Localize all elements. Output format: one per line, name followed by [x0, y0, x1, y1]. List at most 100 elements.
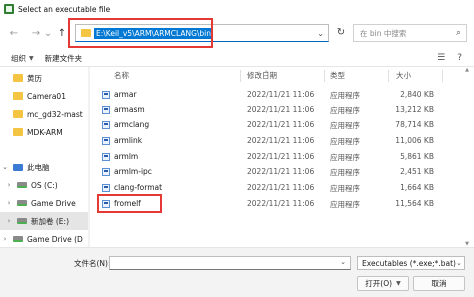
- file-row[interactable]: armlm-ipc 2022/11/21 11:06 应用程序 2,451 KB: [92, 164, 442, 180]
- chevron-down-icon[interactable]: ▼: [396, 280, 401, 287]
- drive-icon: [17, 218, 27, 224]
- sidebar-scrollbar[interactable]: [88, 67, 90, 247]
- file-date: 2022/11/21 11:06: [247, 105, 315, 114]
- file-row[interactable]: armasm 2022/11/21 11:06 应用程序 13,212 KB: [92, 102, 442, 118]
- file-name: armasm: [114, 105, 145, 114]
- drive-icon: [17, 200, 27, 206]
- sidebar-item-folder[interactable]: MDK-ARM: [0, 123, 90, 141]
- sidebar-item-game-drive-d[interactable]: › Game Drive (D: [0, 230, 90, 248]
- filename-input[interactable]: ⌄: [109, 256, 351, 270]
- folder-icon: [13, 110, 23, 118]
- column-header-size[interactable]: 大小: [396, 70, 411, 81]
- column-header-type[interactable]: 类型: [330, 70, 345, 81]
- file-type: 应用程序: [330, 184, 360, 193]
- file-size: 11,564 KB: [395, 199, 434, 208]
- file-date: 2022/11/21 11:06: [247, 183, 315, 192]
- computer-icon: [13, 163, 23, 171]
- file-row[interactable]: armclang 2022/11/21 11:06 应用程序 78,714 KB: [92, 117, 442, 133]
- navigation-pane: 黄历 Camera01 mc_gd32-mast MDK-ARM ⌄ 此电脑 ›…: [0, 67, 90, 247]
- file-date: 2022/11/21 11:06: [247, 120, 315, 129]
- file-name: armar: [114, 90, 137, 99]
- dialog-footer: 文件名(N): ⌄ Executables (*.exe;*.bat) ⌄ 打开…: [0, 247, 474, 297]
- forward-arrow-icon[interactable]: →: [28, 25, 44, 41]
- file-type: 应用程序: [330, 121, 360, 130]
- file-highlight-box: [97, 194, 162, 213]
- help-icon[interactable]: ?: [457, 53, 462, 63]
- filename-label: 文件名(N):: [74, 259, 111, 268]
- file-size: 78,714 KB: [395, 120, 434, 129]
- executable-icon: [102, 168, 110, 176]
- sidebar-item-folder[interactable]: 黄历: [0, 69, 90, 87]
- file-type: 应用程序: [330, 153, 360, 162]
- chevron-right-icon[interactable]: ›: [4, 181, 14, 189]
- window-title: Select an executable file: [18, 4, 111, 14]
- open-button[interactable]: 打开(O) ▼: [357, 276, 409, 291]
- file-list-scrollbar[interactable]: ▲ ▼: [464, 67, 470, 247]
- filetype-value: Executables (*.exe;*.bat): [362, 258, 456, 268]
- file-type: 应用程序: [330, 91, 360, 100]
- address-highlight-box: [68, 18, 213, 48]
- file-name: armlm-ipc: [114, 167, 152, 176]
- chevron-down-icon: ⌄: [455, 259, 462, 267]
- file-size: 2,451 KB: [400, 167, 434, 176]
- file-type: 应用程序: [330, 168, 360, 177]
- open-button-label: 打开(O): [365, 279, 393, 288]
- chevron-down-icon[interactable]: ⌄: [317, 29, 324, 38]
- cancel-button[interactable]: 取消: [413, 276, 465, 291]
- file-name: armlink: [114, 136, 143, 145]
- folder-icon: [13, 128, 23, 136]
- executable-icon: [102, 153, 110, 161]
- chevron-down-icon[interactable]: ⌄: [340, 258, 346, 266]
- column-header-row: ⌃ 名称 修改日期 类型 大小: [92, 67, 474, 83]
- sidebar-item-folder[interactable]: mc_gd32-mast: [0, 105, 90, 123]
- sidebar-item-drive-c[interactable]: › OS (C:): [0, 176, 90, 194]
- file-size: 1,664 KB: [400, 183, 434, 192]
- sidebar-item-game-drive[interactable]: › Game Drive: [0, 194, 90, 212]
- search-icon: ⌕: [455, 28, 461, 38]
- drive-icon: [13, 236, 23, 242]
- file-date: 2022/11/21 11:06: [247, 199, 315, 208]
- command-toolbar: 组织 ▼ 新建文件夹 ☰ ?: [0, 50, 474, 66]
- file-size: 2,840 KB: [400, 90, 434, 99]
- file-row[interactable]: armar 2022/11/21 11:06 应用程序 2,840 KB: [92, 87, 442, 103]
- chevron-down-icon[interactable]: ⌄: [0, 163, 10, 171]
- file-size: 11,006 KB: [395, 136, 434, 145]
- filetype-select[interactable]: Executables (*.exe;*.bat) ⌄: [357, 256, 465, 270]
- sidebar-item-this-pc[interactable]: ⌄ 此电脑: [0, 158, 90, 176]
- search-placeholder: 在 bin 中搜索: [360, 28, 407, 38]
- title-bar: Select an executable file: [0, 0, 474, 18]
- file-row[interactable]: armlm 2022/11/21 11:06 应用程序 5,861 KB: [92, 149, 442, 165]
- new-folder-button[interactable]: 新建文件夹: [42, 53, 86, 64]
- file-date: 2022/11/21 11:06: [247, 136, 315, 145]
- executable-icon: [102, 184, 110, 192]
- back-arrow-icon[interactable]: ←: [6, 25, 22, 41]
- search-input[interactable]: 在 bin 中搜索 ⌕: [353, 24, 467, 42]
- scroll-up-icon[interactable]: ▲: [464, 67, 470, 73]
- chevron-right-icon[interactable]: ›: [4, 199, 14, 207]
- recent-locations-chevron-icon[interactable]: ⌄: [44, 25, 52, 41]
- executable-icon: [102, 106, 110, 114]
- chevron-right-icon[interactable]: ›: [0, 235, 10, 243]
- sidebar-item-drive-e[interactable]: › 新加卷 (E:): [0, 212, 90, 230]
- column-header-date[interactable]: 修改日期: [247, 70, 277, 81]
- chevron-right-icon[interactable]: ›: [4, 217, 14, 225]
- executable-icon: [102, 137, 110, 145]
- file-type: 应用程序: [330, 106, 360, 115]
- file-date: 2022/11/21 11:06: [247, 167, 315, 176]
- file-date: 2022/11/21 11:06: [247, 90, 315, 99]
- file-name: clang-format: [114, 183, 163, 192]
- file-name: armlm: [114, 152, 139, 161]
- refresh-icon[interactable]: ↻: [335, 27, 347, 39]
- view-options-icon[interactable]: ☰: [437, 53, 445, 63]
- cancel-button-label: 取消: [431, 279, 447, 288]
- drive-icon: [17, 182, 27, 188]
- app-icon: [4, 4, 14, 14]
- file-size: 13,212 KB: [395, 105, 434, 114]
- column-header-name[interactable]: 名称: [114, 70, 129, 81]
- organize-button[interactable]: 组织: [8, 53, 29, 64]
- file-row[interactable]: armlink 2022/11/21 11:06 应用程序 11,006 KB: [92, 133, 442, 149]
- file-name: armclang: [114, 120, 150, 129]
- sidebar-item-folder[interactable]: Camera01: [0, 87, 90, 105]
- chevron-down-icon[interactable]: ▼: [29, 55, 34, 62]
- executable-icon: [102, 91, 110, 99]
